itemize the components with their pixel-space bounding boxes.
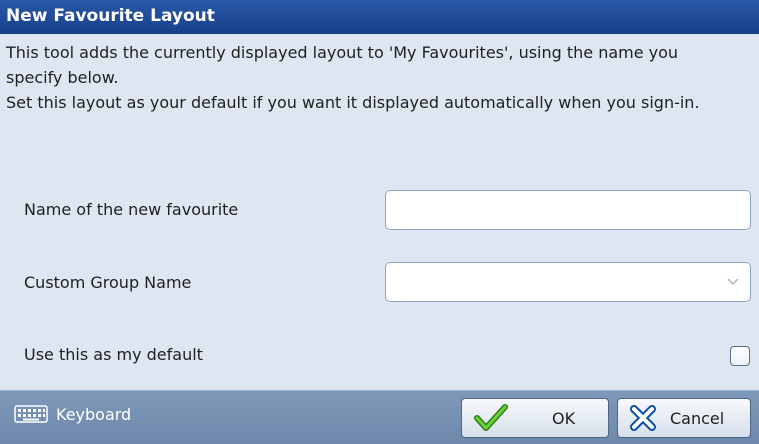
default-layout-checkbox[interactable] [730, 346, 750, 366]
default-layout-label: Use this as my default [24, 345, 203, 364]
checkmark-icon [474, 404, 508, 431]
footer-bar: Keyboard OK Cancel [0, 390, 759, 444]
ok-button[interactable]: OK [461, 398, 609, 438]
custom-group-label: Custom Group Name [24, 273, 192, 292]
title-bar: New Favourite Layout [0, 0, 759, 34]
dialog-title: New Favourite Layout [6, 6, 215, 26]
new-favourite-dialog: New Favourite Layout This tool adds the … [0, 0, 759, 444]
favourite-name-label: Name of the new favourite [24, 200, 239, 219]
keyboard-label: Keyboard [56, 404, 132, 424]
description-line-2: Set this layout as your default if you w… [6, 93, 700, 112]
custom-group-select[interactable] [385, 262, 751, 302]
favourite-name-input[interactable] [385, 190, 751, 230]
description-line-1: This tool adds the currently displayed l… [6, 43, 679, 87]
cancel-label: Cancel [670, 408, 725, 428]
ok-label: OK [552, 408, 576, 428]
cross-icon [630, 405, 656, 431]
chevron-down-icon [727, 278, 739, 286]
keyboard-button[interactable]: Keyboard [14, 401, 131, 427]
keyboard-icon [14, 405, 48, 423]
cancel-button[interactable]: Cancel [617, 398, 751, 438]
description: This tool adds the currently displayed l… [6, 40, 736, 115]
